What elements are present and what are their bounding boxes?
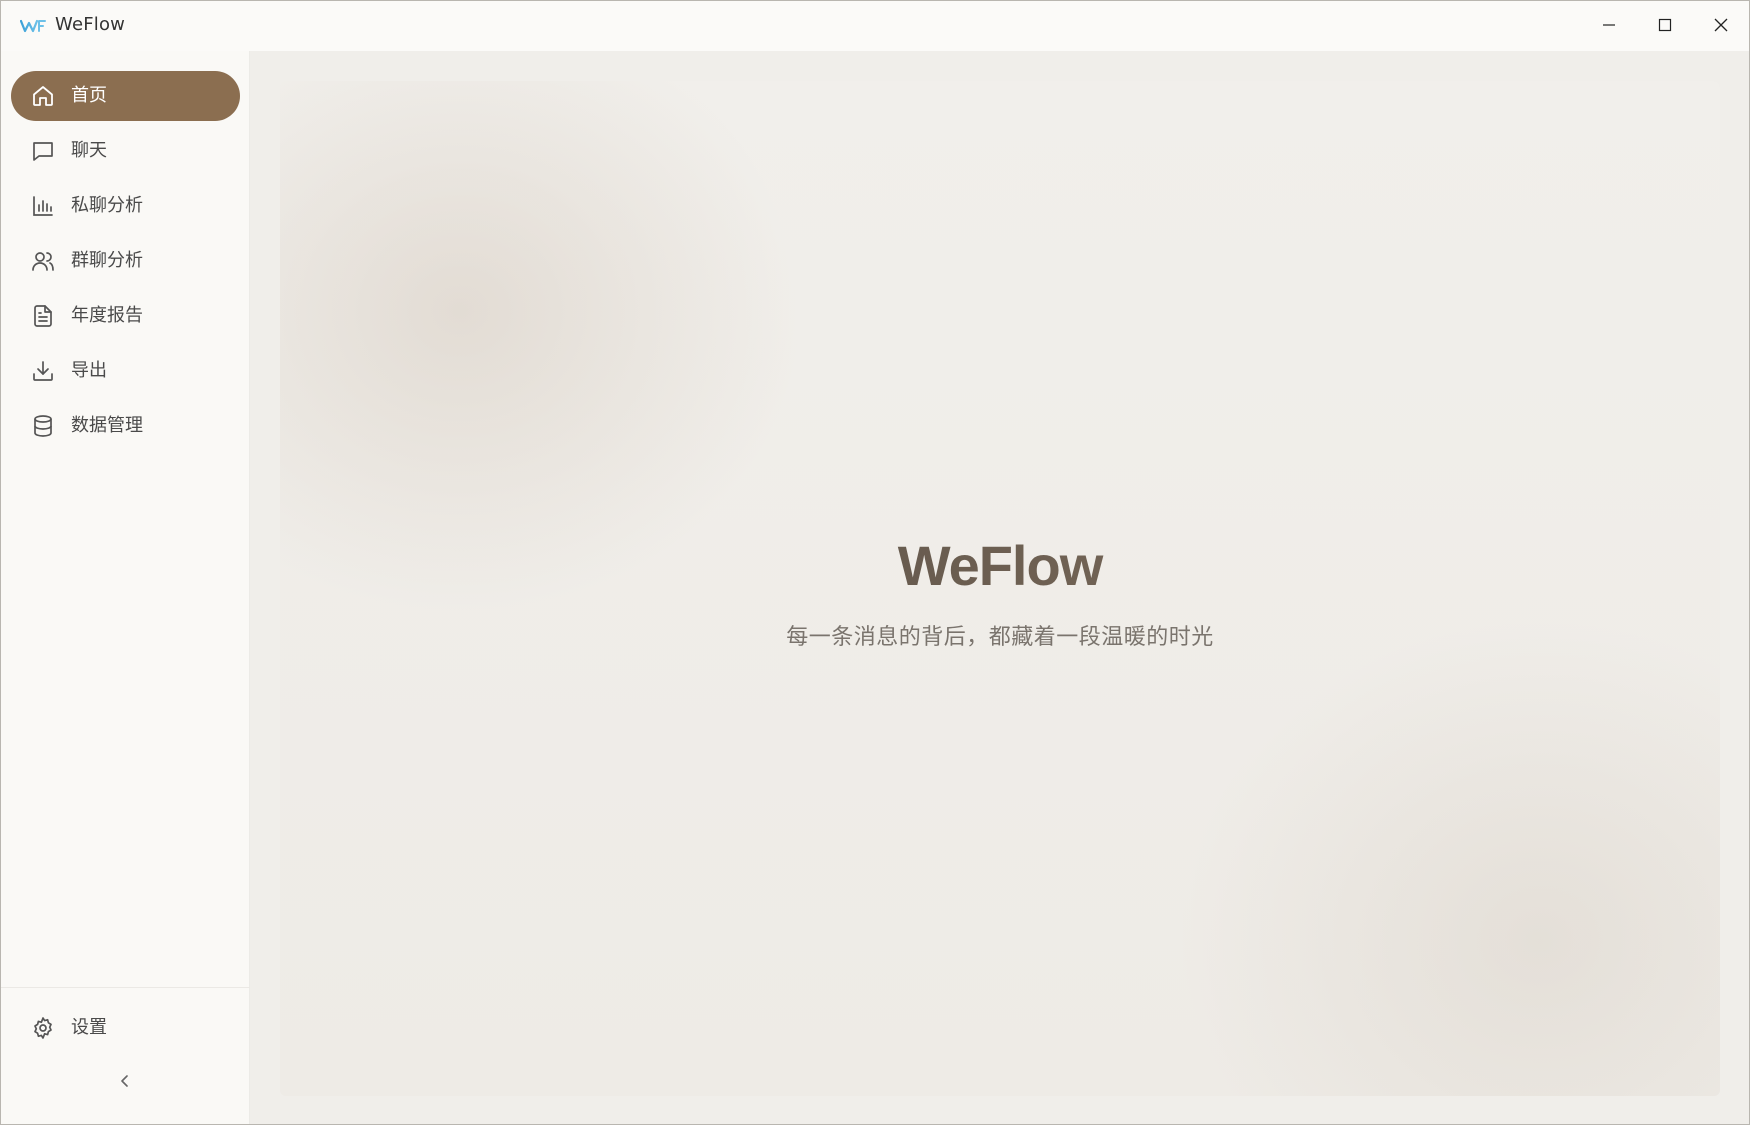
sidebar-item-annual-report[interactable]: 年度报告 — [11, 291, 240, 341]
sidebar-item-group-analysis[interactable]: 群聊分析 — [11, 236, 240, 286]
document-icon — [31, 304, 55, 328]
sidebar-item-label: 群聊分析 — [71, 250, 143, 271]
sidebar-item-label: 数据管理 — [71, 415, 143, 436]
sidebar-divider — [1, 987, 250, 988]
database-icon — [31, 414, 55, 438]
gear-icon — [31, 1016, 55, 1040]
home-icon — [31, 84, 55, 108]
title-bar: WeFlow — [1, 1, 1749, 51]
sidebar: 首页 聊天 私聊分析 群聊分析 年度报告 导出 数据管理 设置 — [1, 51, 250, 1124]
sidebar-item-label: 首页 — [71, 85, 107, 106]
sidebar-collapse-button[interactable] — [113, 1071, 137, 1095]
sidebar-item-private-analysis[interactable]: 私聊分析 — [11, 181, 240, 231]
app-window: WeFlow 首页 聊天 私聊分析 群聊分析 年度报告 导出 数据管理 设置 W… — [0, 0, 1750, 1125]
sidebar-item-export[interactable]: 导出 — [11, 346, 240, 396]
download-icon — [31, 359, 55, 383]
sidebar-item-label: 导出 — [71, 360, 107, 381]
users-icon — [31, 249, 55, 273]
welcome-hero: WeFlow 每一条消息的背后，都藏着一段温暖的时光 — [280, 81, 1720, 1096]
sidebar-item-chat[interactable]: 聊天 — [11, 126, 240, 176]
bar-chart-icon — [31, 194, 55, 218]
chevron-left-icon — [117, 1073, 133, 1093]
maximize-button[interactable] — [1637, 1, 1693, 51]
hero-title: WeFlow — [280, 533, 1720, 598]
sidebar-item-settings[interactable]: 设置 — [11, 1003, 240, 1053]
hero-subtitle: 每一条消息的背后，都藏着一段温暖的时光 — [786, 625, 1214, 650]
sidebar-item-label: 年度报告 — [71, 305, 143, 326]
maximize-icon — [1658, 17, 1672, 36]
app-title: WeFlow — [55, 14, 126, 35]
main-content: WeFlow 每一条消息的背后，都藏着一段温暖的时光 — [250, 51, 1749, 1124]
chat-bubble-icon — [31, 139, 55, 163]
sidebar-item-home[interactable]: 首页 — [11, 71, 240, 121]
close-button[interactable] — [1693, 1, 1749, 51]
close-icon — [1714, 17, 1728, 36]
weflow-logo-icon — [19, 17, 46, 35]
minimize-icon — [1602, 17, 1616, 36]
minimize-button[interactable] — [1581, 1, 1637, 51]
sidebar-item-label: 设置 — [71, 1017, 107, 1038]
sidebar-item-label: 聊天 — [71, 140, 107, 161]
sidebar-item-data-management[interactable]: 数据管理 — [11, 401, 240, 451]
sidebar-item-label: 私聊分析 — [71, 195, 143, 216]
